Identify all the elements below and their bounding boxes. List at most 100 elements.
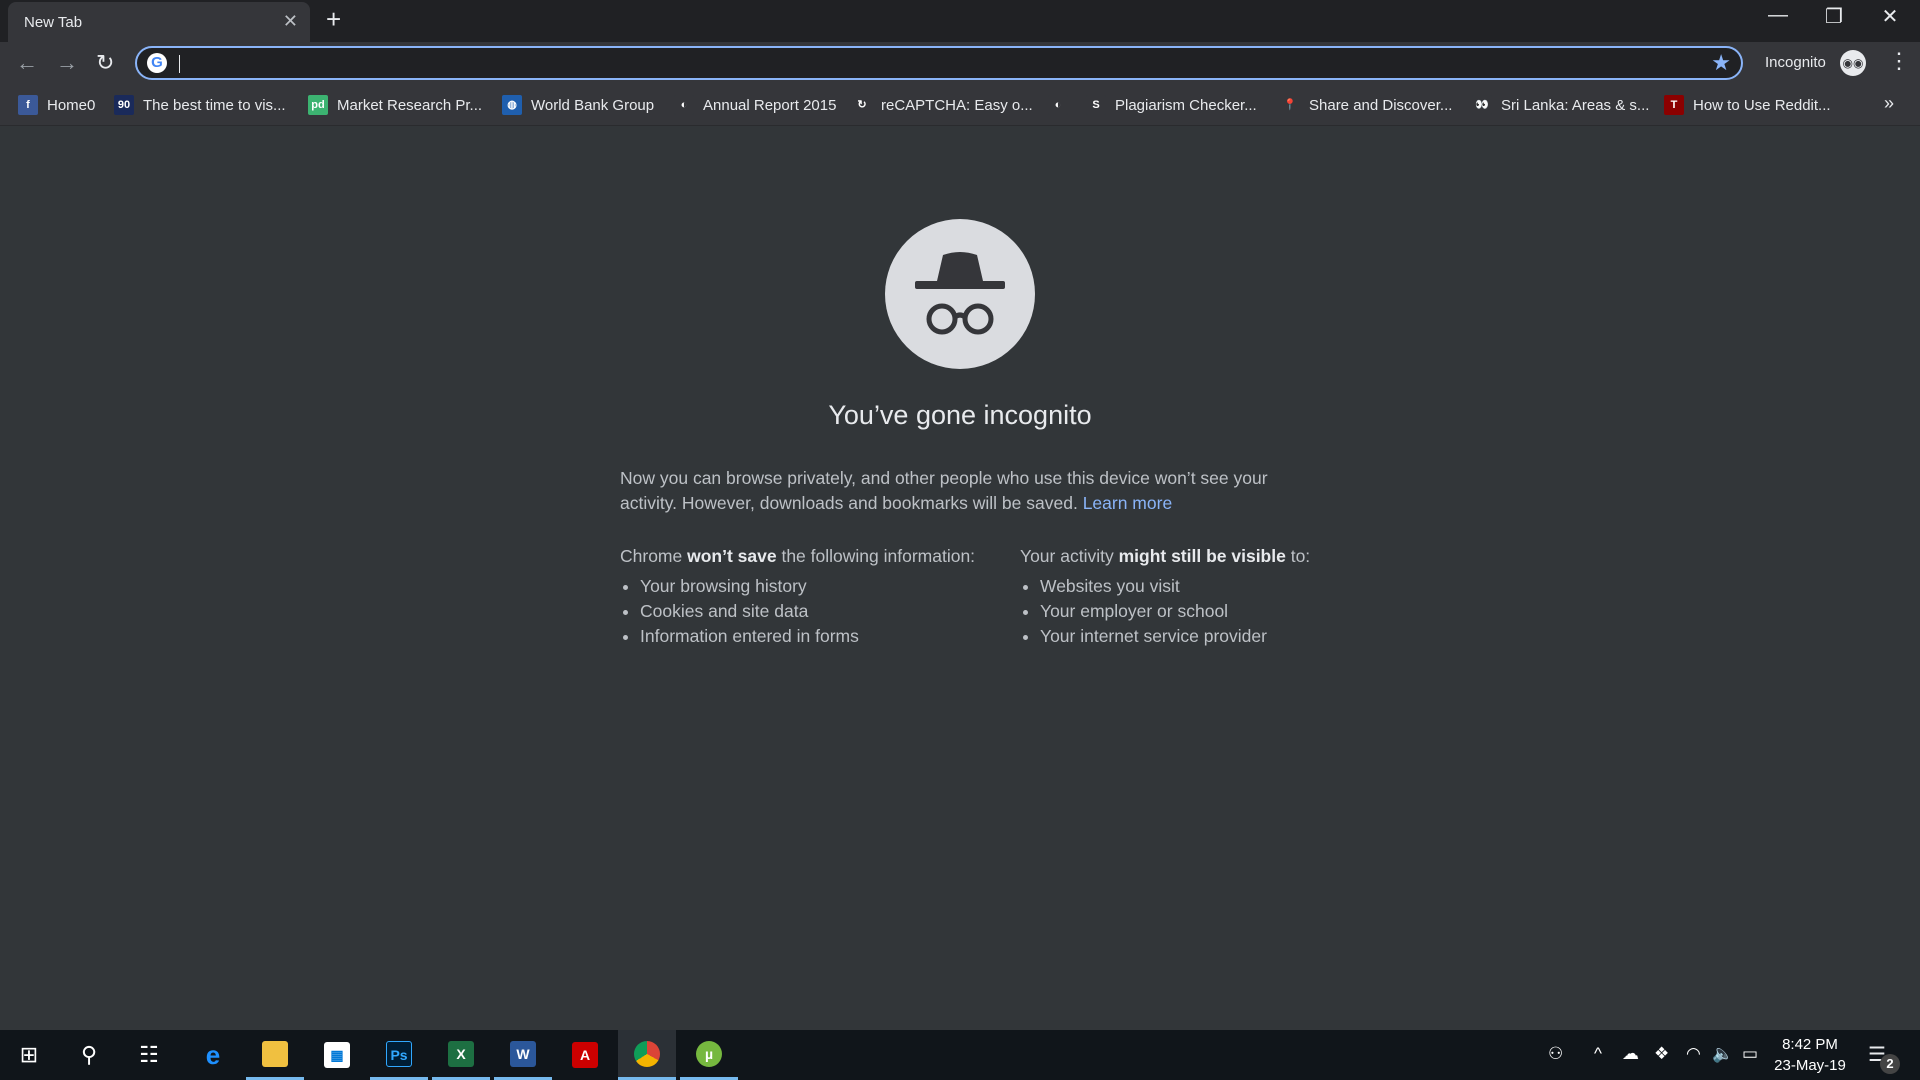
utorrent-icon: µ	[696, 1040, 722, 1067]
windows-icon: ⊞	[19, 1042, 39, 1067]
list-item: Your internet service provider	[1040, 624, 1310, 649]
start-button[interactable]: ⊞	[0, 1030, 58, 1080]
acrobat-icon: A	[572, 1042, 598, 1068]
still-visible-heading: Your activity might still be visible to:	[1020, 546, 1311, 566]
taskbar-photoshop[interactable]: Ps	[370, 1030, 428, 1080]
bookmark-item[interactable]: S Plagiarism Checker...	[1086, 95, 1257, 115]
clock-time: 8:42 PM	[1782, 1036, 1838, 1053]
world-icon: ◐	[674, 95, 694, 115]
taskbar-chrome[interactable]	[618, 1030, 676, 1080]
tab-new-tab[interactable]: New Tab ✕	[8, 2, 310, 42]
bookmark-label: The best time to vis...	[143, 96, 286, 114]
bookmark-label: Home0	[47, 96, 96, 114]
bookmark-label: Annual Report 2015	[703, 96, 837, 114]
taskbar-acrobat[interactable]: A	[556, 1030, 614, 1080]
photoshop-icon: Ps	[386, 1040, 412, 1067]
list-item: Your employer or school	[1040, 599, 1310, 624]
bookmark-label: Share and Discover...	[1309, 96, 1453, 114]
minimize-button[interactable]: —	[1750, 4, 1806, 27]
incognito-page: You’ve gone incognito Now you can browse…	[0, 126, 1920, 1030]
taskbar-store[interactable]: ▦	[308, 1030, 366, 1080]
reload-button[interactable]: ↻	[96, 50, 114, 76]
search-button[interactable]: ⚲	[60, 1030, 118, 1080]
incognito-icon	[885, 219, 1035, 369]
task-view-icon: ☷	[139, 1042, 159, 1067]
location-pin-icon: 📍	[1280, 95, 1300, 115]
bookmark-item[interactable]: 90 The best time to vis...	[114, 95, 286, 115]
restore-button[interactable]: ❐	[1806, 4, 1862, 29]
title-bar: New Tab ✕ + — ❐ ✕	[0, 0, 1920, 42]
bookmarks-bar: » f Home0 90 The best time to vis... pd Marke…	[0, 84, 1920, 126]
still-visible-section: Your activity might still be visible to:…	[1020, 544, 1310, 649]
battery-icon[interactable]: ▭	[1742, 1044, 1758, 1064]
search-icon: ⚲	[80, 1042, 98, 1067]
bookmark-label: reCAPTCHA: Easy o...	[881, 96, 1033, 114]
bookmark-label: Market Research Pr...	[337, 96, 483, 114]
bookmark-item[interactable]: ◐	[1048, 95, 1077, 115]
list-item: Information entered in forms	[640, 624, 975, 649]
site-90-icon: 90	[114, 95, 134, 115]
google-icon: G	[147, 53, 167, 73]
bookmark-label: Plagiarism Checker...	[1115, 96, 1257, 114]
taskbar-excel[interactable]: X	[432, 1030, 490, 1080]
bookmark-item[interactable]: T How to Use Reddit...	[1664, 95, 1831, 115]
folder-icon	[262, 1040, 288, 1067]
bookmark-item[interactable]: ◐ Annual Report 2015	[674, 95, 836, 115]
bookmark-label: How to Use Reddit...	[1693, 96, 1831, 114]
people-icon[interactable]: ⚇	[1548, 1044, 1563, 1064]
tripadvisor-icon: 👀	[1472, 95, 1492, 115]
world-icon: ◐	[1048, 95, 1068, 115]
facebook-icon: f	[18, 95, 38, 115]
profile-label[interactable]: Incognito	[1765, 54, 1826, 71]
onedrive-icon[interactable]: ☁	[1622, 1044, 1639, 1064]
list-item: Your browsing history	[640, 574, 975, 599]
tab-close-icon[interactable]: ✕	[283, 11, 298, 32]
bookmark-item[interactable]: ↻ reCAPTCHA: Easy o...	[852, 95, 1033, 115]
wifi-icon[interactable]: ◠	[1686, 1044, 1701, 1064]
bookmark-item[interactable]: ◍ World Bank Group	[502, 95, 654, 115]
tab-title: New Tab	[24, 13, 83, 31]
t-icon: T	[1664, 95, 1684, 115]
bookmark-item[interactable]: pd Market Research Pr...	[308, 95, 482, 115]
learn-more-link[interactable]: Learn more	[1083, 493, 1173, 513]
plagiarism-icon: S	[1086, 95, 1106, 115]
bookmarks-overflow-button[interactable]: »	[1884, 93, 1894, 114]
list-item: Cookies and site data	[640, 599, 975, 624]
globe-icon: ◍	[502, 95, 522, 115]
volume-icon[interactable]: 🔈	[1712, 1044, 1733, 1064]
new-tab-button[interactable]: +	[326, 4, 341, 35]
dropbox-icon[interactable]: ❖	[1654, 1044, 1669, 1064]
notification-count-badge: 2	[1880, 1054, 1900, 1074]
taskbar-file-explorer[interactable]	[246, 1030, 304, 1080]
show-hidden-icons-chevron-icon[interactable]: ^	[1594, 1044, 1602, 1064]
taskbar-word[interactable]: W	[494, 1030, 552, 1080]
bookmark-label: World Bank Group	[531, 96, 655, 114]
text-caret	[179, 55, 180, 73]
edge-icon: e	[205, 1040, 221, 1070]
chrome-icon	[634, 1040, 660, 1067]
address-bar[interactable]: G ★	[135, 46, 1743, 80]
taskbar: ⊞ ⚲ ☷ e ▦ Ps X W A µ ⚇ ^ ☁ ❖ ◠ 🔈 ▭ 8:42 …	[0, 1030, 1920, 1080]
bookmark-item[interactable]: f Home0	[18, 95, 95, 115]
list-item: Websites you visit	[1040, 574, 1310, 599]
wont-save-section: Chrome won’t save the following informat…	[620, 544, 975, 649]
back-button[interactable]: ←	[16, 50, 38, 76]
page-heading: You’ve gone incognito	[828, 400, 1092, 430]
menu-icon[interactable]: ⋮	[1888, 48, 1910, 74]
close-window-button[interactable]: ✕	[1862, 4, 1918, 29]
clock[interactable]: 8:42 PM 23-May-19	[1760, 1034, 1860, 1076]
clock-date: 23-May-19	[1774, 1057, 1846, 1074]
wont-save-heading: Chrome won’t save the following informat…	[620, 546, 976, 566]
bookmark-item[interactable]: 👀 Sri Lanka: Areas & s...	[1472, 95, 1649, 115]
store-icon: ▦	[324, 1042, 350, 1068]
taskbar-utorrent[interactable]: µ	[680, 1030, 738, 1080]
forward-button[interactable]: →	[56, 50, 78, 76]
incognito-description: Now you can browse privately, and other …	[620, 466, 1280, 516]
bookmark-star-icon[interactable]: ★	[1711, 50, 1731, 76]
taskbar-edge[interactable]: e	[184, 1030, 242, 1080]
incognito-avatar-icon[interactable]: ◉◉	[1840, 50, 1866, 76]
word-icon: W	[510, 1040, 536, 1067]
task-view-button[interactable]: ☷	[120, 1030, 178, 1080]
recaptcha-icon: ↻	[852, 95, 872, 115]
bookmark-item[interactable]: 📍 Share and Discover...	[1280, 95, 1452, 115]
